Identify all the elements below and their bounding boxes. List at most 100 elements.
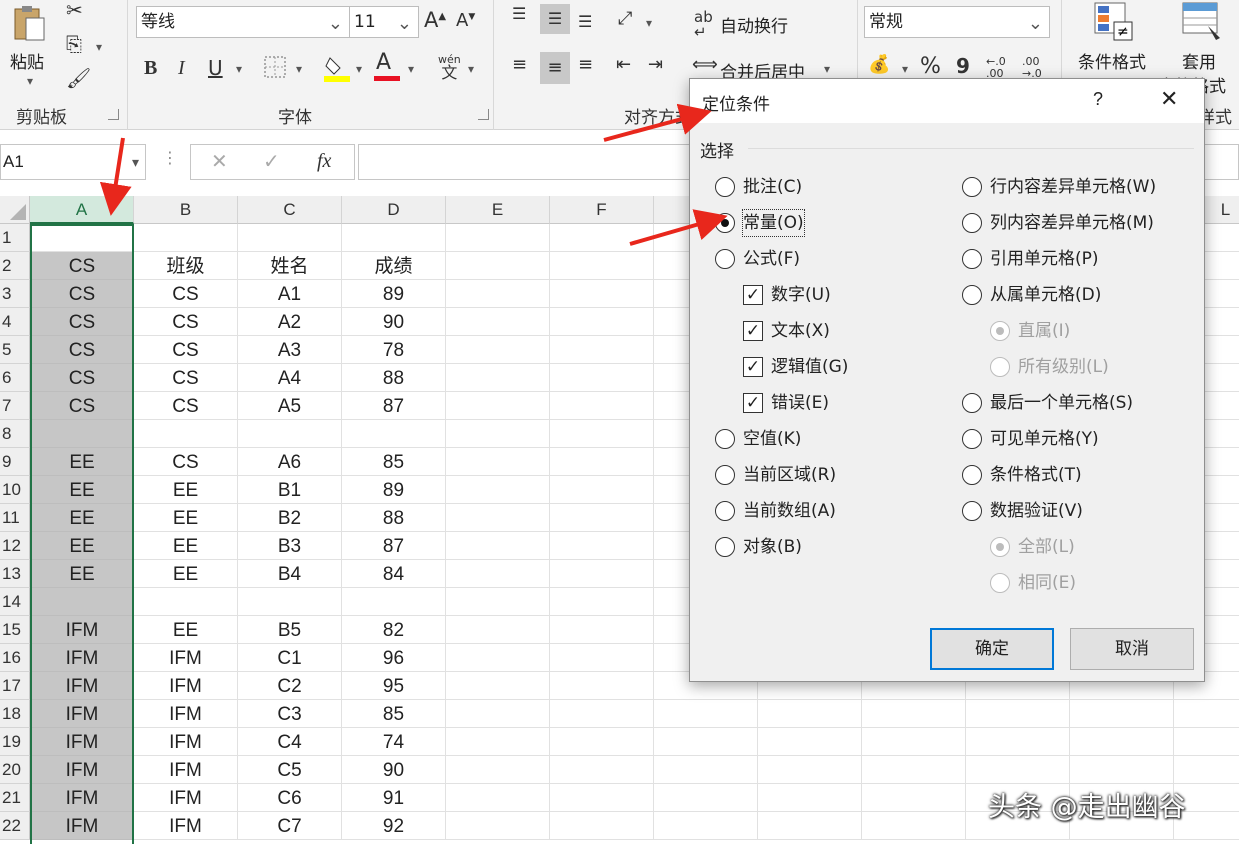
cell-a7[interactable]: CS: [30, 392, 134, 420]
cell-e21[interactable]: [446, 784, 550, 812]
cell-c16[interactable]: C1: [238, 644, 342, 672]
cell-k20[interactable]: [1070, 756, 1174, 784]
font-color-icon[interactable]: A: [374, 52, 400, 81]
border-icon[interactable]: [264, 56, 286, 81]
cell-c4[interactable]: A2: [238, 308, 342, 336]
cell-b14[interactable]: [134, 588, 238, 616]
cell-b8[interactable]: [134, 420, 238, 448]
cell-c5[interactable]: A3: [238, 336, 342, 364]
cell-b9[interactable]: CS: [134, 448, 238, 476]
cell-f17[interactable]: [550, 672, 654, 700]
cell-b11[interactable]: EE: [134, 504, 238, 532]
cell-b16[interactable]: IFM: [134, 644, 238, 672]
cell-j20[interactable]: [966, 756, 1070, 784]
copy-dropdown-icon[interactable]: ▾: [96, 40, 102, 54]
cell-e6[interactable]: [446, 364, 550, 392]
cell-a6[interactable]: CS: [30, 364, 134, 392]
cell-d1[interactable]: [342, 224, 446, 252]
cell-e18[interactable]: [446, 700, 550, 728]
cell-c3[interactable]: A1: [238, 280, 342, 308]
row-header[interactable]: 11: [0, 504, 30, 532]
copy-icon[interactable]: ⎘: [66, 34, 82, 54]
row-header[interactable]: 6: [0, 364, 30, 392]
cell-f13[interactable]: [550, 560, 654, 588]
fill-color-icon[interactable]: [324, 54, 350, 85]
chevron-down-icon[interactable]: ▾: [132, 145, 139, 179]
cell-d2[interactable]: 成绩: [342, 252, 446, 280]
cell-d22[interactable]: 92: [342, 812, 446, 840]
cell-a9[interactable]: EE: [30, 448, 134, 476]
cell-f12[interactable]: [550, 532, 654, 560]
cell-c1[interactable]: [238, 224, 342, 252]
cell-a2[interactable]: CS: [30, 252, 134, 280]
cell-i18[interactable]: [862, 700, 966, 728]
row-header[interactable]: 3: [0, 280, 30, 308]
cell-c18[interactable]: C3: [238, 700, 342, 728]
underline-button[interactable]: U: [208, 58, 223, 78]
font-name-select[interactable]: 等线 ⌄: [136, 6, 350, 38]
cell-f20[interactable]: [550, 756, 654, 784]
cell-b2[interactable]: 班级: [134, 252, 238, 280]
name-box[interactable]: A1 ▾: [0, 144, 146, 180]
accounting-icon[interactable]: 💰: [868, 56, 890, 74]
cancel-button[interactable]: 取消: [1070, 628, 1194, 670]
cell-b10[interactable]: EE: [134, 476, 238, 504]
cell-b13[interactable]: EE: [134, 560, 238, 588]
column-header-f[interactable]: F: [550, 196, 654, 224]
cell-d11[interactable]: 88: [342, 504, 446, 532]
cell-b3[interactable]: CS: [134, 280, 238, 308]
cell-f5[interactable]: [550, 336, 654, 364]
row-header[interactable]: 14: [0, 588, 30, 616]
cell-c15[interactable]: B5: [238, 616, 342, 644]
cell-c2[interactable]: 姓名: [238, 252, 342, 280]
cell-c19[interactable]: C4: [238, 728, 342, 756]
cell-h19[interactable]: [758, 728, 862, 756]
wrap-text-button[interactable]: 自动换行: [720, 12, 788, 37]
cell-a15[interactable]: IFM: [30, 616, 134, 644]
cell-e14[interactable]: [446, 588, 550, 616]
cell-f19[interactable]: [550, 728, 654, 756]
cell-g20[interactable]: [654, 756, 758, 784]
cell-a3[interactable]: CS: [30, 280, 134, 308]
cell-d9[interactable]: 85: [342, 448, 446, 476]
cell-e15[interactable]: [446, 616, 550, 644]
cut-icon[interactable]: ✂: [66, 0, 83, 20]
cell-a17[interactable]: IFM: [30, 672, 134, 700]
cell-b18[interactable]: IFM: [134, 700, 238, 728]
row-header[interactable]: 19: [0, 728, 30, 756]
cell-i21[interactable]: [862, 784, 966, 812]
cell-e5[interactable]: [446, 336, 550, 364]
cell-f1[interactable]: [550, 224, 654, 252]
cell-k19[interactable]: [1070, 728, 1174, 756]
cell-b4[interactable]: CS: [134, 308, 238, 336]
row-header[interactable]: 7: [0, 392, 30, 420]
font-launcher-icon[interactable]: [478, 109, 489, 120]
cell-b5[interactable]: CS: [134, 336, 238, 364]
percent-button[interactable]: %: [920, 56, 941, 78]
cell-f18[interactable]: [550, 700, 654, 728]
cell-d14[interactable]: [342, 588, 446, 616]
cell-d16[interactable]: 96: [342, 644, 446, 672]
cell-b19[interactable]: IFM: [134, 728, 238, 756]
cell-b21[interactable]: IFM: [134, 784, 238, 812]
cell-d12[interactable]: 87: [342, 532, 446, 560]
close-icon[interactable]: ✕: [1160, 87, 1178, 112]
cell-b17[interactable]: IFM: [134, 672, 238, 700]
accounting-dropdown-icon[interactable]: ▾: [902, 62, 908, 76]
decrease-font-icon[interactable]: A▼: [456, 12, 475, 30]
cell-a19[interactable]: IFM: [30, 728, 134, 756]
cell-d7[interactable]: 87: [342, 392, 446, 420]
cell-i22[interactable]: [862, 812, 966, 840]
cell-a13[interactable]: EE: [30, 560, 134, 588]
cell-l20[interactable]: [1174, 756, 1239, 784]
cell-h21[interactable]: [758, 784, 862, 812]
cell-e11[interactable]: [446, 504, 550, 532]
cell-b22[interactable]: IFM: [134, 812, 238, 840]
cell-e2[interactable]: [446, 252, 550, 280]
more-options-icon[interactable]: ⋮: [162, 150, 178, 166]
cell-c7[interactable]: A5: [238, 392, 342, 420]
bold-button[interactable]: B: [144, 58, 157, 78]
cell-e4[interactable]: [446, 308, 550, 336]
phonetic-icon[interactable]: wén 文: [438, 54, 461, 81]
cell-h18[interactable]: [758, 700, 862, 728]
